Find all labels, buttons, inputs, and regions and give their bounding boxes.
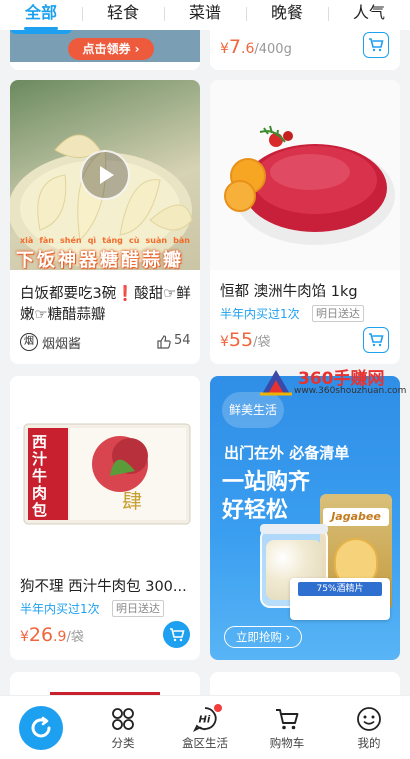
ground-beef-illustration [224, 125, 395, 245]
price: ¥26.9/袋 [20, 624, 84, 646]
promo-headline-1: 出门在外 必备清单 [224, 444, 350, 462]
nav-label: 分类 [111, 736, 135, 750]
tab-dinner[interactable]: 晚餐 [246, 0, 328, 30]
nav-cart[interactable]: 购物车 [246, 696, 328, 759]
add-to-cart-button[interactable] [363, 327, 389, 353]
beef-image [210, 80, 400, 270]
product-brand: Jagabee [323, 508, 389, 526]
add-to-cart-button[interactable] [163, 621, 190, 648]
watermark: 360手赚网 www.360shouzhuan.com [258, 364, 408, 404]
like-count: 54 [174, 333, 191, 348]
tab-all[interactable]: 全部 [0, 0, 82, 30]
svg-text:肆: 肆 [122, 489, 142, 513]
product-title: 狗不理 西汁牛肉包 300... [20, 579, 187, 595]
delivery-tag: 明日送达 [112, 600, 164, 617]
nav-label: 我的 [357, 736, 381, 750]
buy-now-button[interactable]: 立即抢购 › [224, 626, 302, 648]
category-tabs: 全部 轻食 菜谱 晚餐 人气 [0, 0, 410, 30]
video-caption: 下饭神器糖醋蒜瓣 [16, 250, 184, 271]
nav-hema-life[interactable]: Hi 盒区生活 [164, 696, 246, 759]
tab-light-meal[interactable]: 轻食 [82, 0, 164, 30]
delivery-tag: 明日送达 [312, 305, 364, 322]
cart-icon [276, 709, 299, 730]
bun-image: 肆 西汁牛肉包 [10, 376, 200, 566]
author-name[interactable]: 烟烟酱 [42, 333, 81, 352]
home-refresh-icon [19, 705, 63, 750]
recipe-image: xià fàn shén qì táng cù suàn bàn 下饭神器糖醋蒜瓣 [10, 80, 200, 271]
price: ¥7.6/400g [220, 36, 292, 58]
coupon-button[interactable]: 点击领券 › [68, 38, 154, 60]
nav-profile[interactable]: 我的 [328, 696, 410, 759]
author-avatar[interactable]: 烟 [20, 333, 38, 351]
purchase-history: 半年内买过1次 [220, 307, 300, 321]
like-icon[interactable] [156, 334, 172, 350]
svg-text:Hi: Hi [199, 715, 211, 726]
add-to-cart-button[interactable] [363, 32, 389, 58]
purchase-history: 半年内买过1次 [20, 602, 100, 616]
tab-recipes[interactable]: 菜谱 [164, 0, 246, 30]
product-card-beef[interactable]: 恒都 澳洲牛肉馅 1kg 半年内买过1次 明日送达 ¥55/袋 [210, 80, 400, 364]
recipe-card[interactable]: xià fàn shén qì táng cù suàn bàn 下饭神器糖醋蒜瓣 白饭都要吃… [10, 80, 200, 364]
promo-banner-card[interactable]: 鲜美生活 出门在外 必备清单 一站购齐 好轻松 Jagabee 75%酒精片 立… [210, 376, 400, 660]
recipe-title: 白饭都要吃3碗❗️酸甜☞鲜嫩☞糖醋蒜瓣 [20, 286, 191, 323]
product-wipes: 75%酒精片 [290, 578, 390, 620]
package-text: 西汁牛肉包 [32, 433, 48, 519]
profile-icon [357, 707, 381, 731]
wipes-label: 75%酒精片 [298, 582, 382, 596]
play-button[interactable] [80, 150, 130, 200]
notification-dot [214, 704, 222, 712]
promo-headline-3: 好轻松 [222, 498, 289, 523]
cart-icon [369, 333, 384, 347]
tab-popular[interactable]: 人气 [328, 0, 410, 30]
watermark-url: www.360shouzhuan.com [294, 386, 407, 396]
price: ¥55/袋 [220, 329, 271, 351]
jar-lid [260, 524, 328, 534]
nav-label: 购物车 [269, 736, 305, 750]
watermark-logo-icon [260, 370, 292, 396]
nav-category[interactable]: 分类 [82, 696, 164, 759]
bottom-nav: 分类 Hi 盒区生活 购物车 我的 [0, 695, 410, 759]
cart-icon [169, 627, 185, 641]
play-icon [100, 166, 114, 184]
product-card-beef-bun[interactable]: 肆 西汁牛肉包 狗不理 西汁牛肉包 300... 半年内买过1次 明日送达 ¥2… [10, 376, 200, 660]
cart-icon [369, 38, 384, 52]
caption-pinyin: xià fàn shén qì táng cù suàn bàn [20, 236, 190, 245]
nav-label: 盒区生活 [182, 736, 228, 750]
product-title: 恒都 澳洲牛肉馅 1kg [220, 284, 358, 300]
category-icon [112, 708, 134, 730]
nav-home[interactable] [0, 696, 82, 759]
